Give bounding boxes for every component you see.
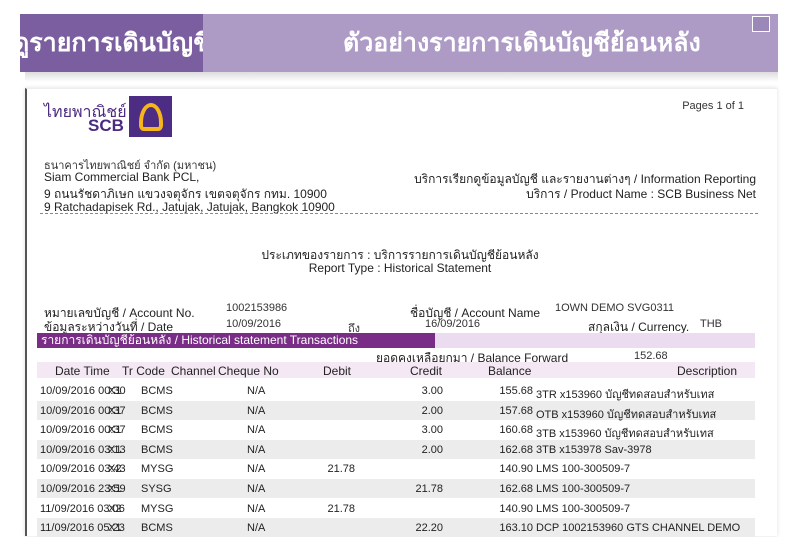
bank-name-en: Siam Commercial Bank PCL, — [44, 170, 200, 184]
account-no: 1002153986 — [226, 302, 288, 314]
cell-tr-code: X1 — [108, 404, 122, 417]
table-row: 10/09/2016 23:59 X1 SYSG N/A 21.78 162.68 LMS … — [37, 479, 755, 498]
cell-cheque-no: N/A — [247, 385, 266, 397]
cell-credit: 22.20 — [415, 522, 443, 535]
cell-balance: 157.68 — [499, 404, 533, 417]
cell-tr-code: X1 — [108, 385, 122, 397]
cell-description: DCP 1002153960 GTS CHANNEL DEMO — [536, 522, 741, 535]
logo-scb-text: SCB — [88, 116, 124, 135]
cell-tr-code: X1 — [108, 443, 122, 456]
tab-view-statement[interactable]: ดูรายการเดินบัญชี — [13, 14, 210, 72]
home-icon[interactable] — [752, 16, 770, 32]
cell-cheque-no: N/A — [247, 424, 266, 437]
cell-description: LMS 100-300509-7 — [536, 463, 631, 476]
col-description: Description — [677, 364, 738, 378]
table-row: 11/09/2016 03:06 X2 MYSG N/A 21.78 140.90 LMS … — [37, 499, 755, 518]
cell-credit: 21.78 — [415, 483, 443, 495]
product-name: บริการ / Product Name : SCB Business Net — [526, 187, 756, 201]
balance-forward-value: 152.68 — [634, 350, 668, 362]
cell-channel: MYSG — [141, 463, 174, 476]
header-shadow — [25, 72, 778, 82]
cell-balance: 163.10 — [499, 522, 533, 535]
cell-cheque-no: N/A — [247, 443, 266, 456]
col-debit: Debit — [323, 364, 352, 378]
table-row: 10/09/2016 00:37 X1 BCMS N/A 2.00 157.68 OTB x… — [37, 400, 755, 421]
cell-cheque-no: N/A — [247, 404, 266, 417]
col-credit: Credit — [410, 364, 443, 378]
table-row: 11/09/2016 05:23 X1 BCMS N/A 22.20 163.10 DCP … — [37, 518, 755, 537]
date-from: 10/09/2016 — [226, 318, 282, 330]
cell-tr-code: X1 — [108, 483, 122, 495]
cell-tr-code: X2 — [108, 463, 122, 476]
page-count: Pages 1 of 1 — [682, 100, 744, 112]
cell-debit: 21.78 — [327, 502, 355, 515]
bank-address-en: 9 Ratchadapisek Rd., Jatujak, Jatujak, B… — [44, 200, 335, 214]
cell-credit: 3.00 — [421, 385, 443, 397]
col-date-time: Date Time — [55, 364, 110, 378]
cell-credit: 3.00 — [421, 424, 443, 437]
cell-debit: 21.78 — [327, 463, 355, 476]
report-type-en: Report Type : Historical Statement — [308, 261, 492, 275]
cell-cheque-no: N/A — [247, 502, 266, 515]
cell-balance: 162.68 — [499, 483, 533, 495]
cell-channel: BCMS — [141, 424, 173, 437]
cell-balance: 160.68 — [499, 424, 533, 437]
table-row: 10/09/2016 00:37 X1 BCMS N/A 3.00 160.68 3TB x… — [37, 420, 755, 440]
cell-balance: 140.90 — [499, 463, 533, 476]
scb-logo-icon — [129, 96, 172, 137]
divider — [40, 213, 758, 214]
cell-tr-code: X2 — [108, 502, 122, 515]
cell-cheque-no: N/A — [247, 463, 266, 476]
table-row: 10/09/2016 03:13 X1 BCMS N/A 2.00 162.68 3TB x… — [37, 439, 755, 459]
cell-balance: 162.68 — [499, 443, 533, 456]
cell-channel: BCMS — [141, 404, 173, 417]
cell-channel: BCMS — [141, 522, 173, 535]
cell-tr-code: X1 — [108, 522, 122, 535]
table-row: 10/09/2016 00:30 X1 BCMS N/A 3.00 155.68 3TR x… — [37, 381, 755, 401]
section-title: รายการเดินบัญชีย้อนหลัง / Historical sta… — [37, 333, 435, 348]
cell-channel: SYSG — [141, 483, 172, 495]
cell-credit: 2.00 — [421, 404, 443, 417]
col-cheque-no: Cheque No — [218, 364, 279, 378]
cell-description: LMS 100-300509-7 — [536, 502, 631, 515]
table-row: 10/09/2016 03:43 X2 MYSG N/A 21.78 140.90 LMS … — [37, 459, 755, 478]
col-balance: Balance — [488, 364, 532, 378]
date-to: 16/09/2016 — [425, 318, 481, 330]
cell-balance: 155.68 — [499, 385, 533, 397]
col-tr-code: Tr Code — [122, 364, 165, 378]
tab-label: ดูรายการเดินบัญชี — [13, 29, 210, 57]
tab-label: ตัวอย่างรายการเดินบัญชีย้อนหลัง — [343, 29, 701, 57]
cell-description: 3TB x153978 Sav-3978 — [536, 443, 652, 456]
cell-balance: 140.90 — [499, 502, 533, 515]
tab-historical-statement-example[interactable]: ตัวอย่างรายการเดินบัญชีย้อนหลัง — [203, 14, 778, 72]
cell-channel: BCMS — [141, 385, 173, 397]
cell-channel: BCMS — [141, 443, 173, 456]
cell-cheque-no: N/A — [247, 483, 266, 495]
cell-cheque-no: N/A — [247, 522, 266, 535]
cell-credit: 2.00 — [421, 443, 443, 456]
cell-channel: MYSG — [141, 502, 174, 515]
col-channel: Channel — [171, 364, 216, 378]
account-name: 1OWN DEMO SVG0311 — [555, 302, 674, 314]
currency: THB — [700, 318, 722, 330]
cell-tr-code: X1 — [108, 424, 122, 437]
cell-description: LMS 100-300509-7 — [536, 483, 631, 495]
